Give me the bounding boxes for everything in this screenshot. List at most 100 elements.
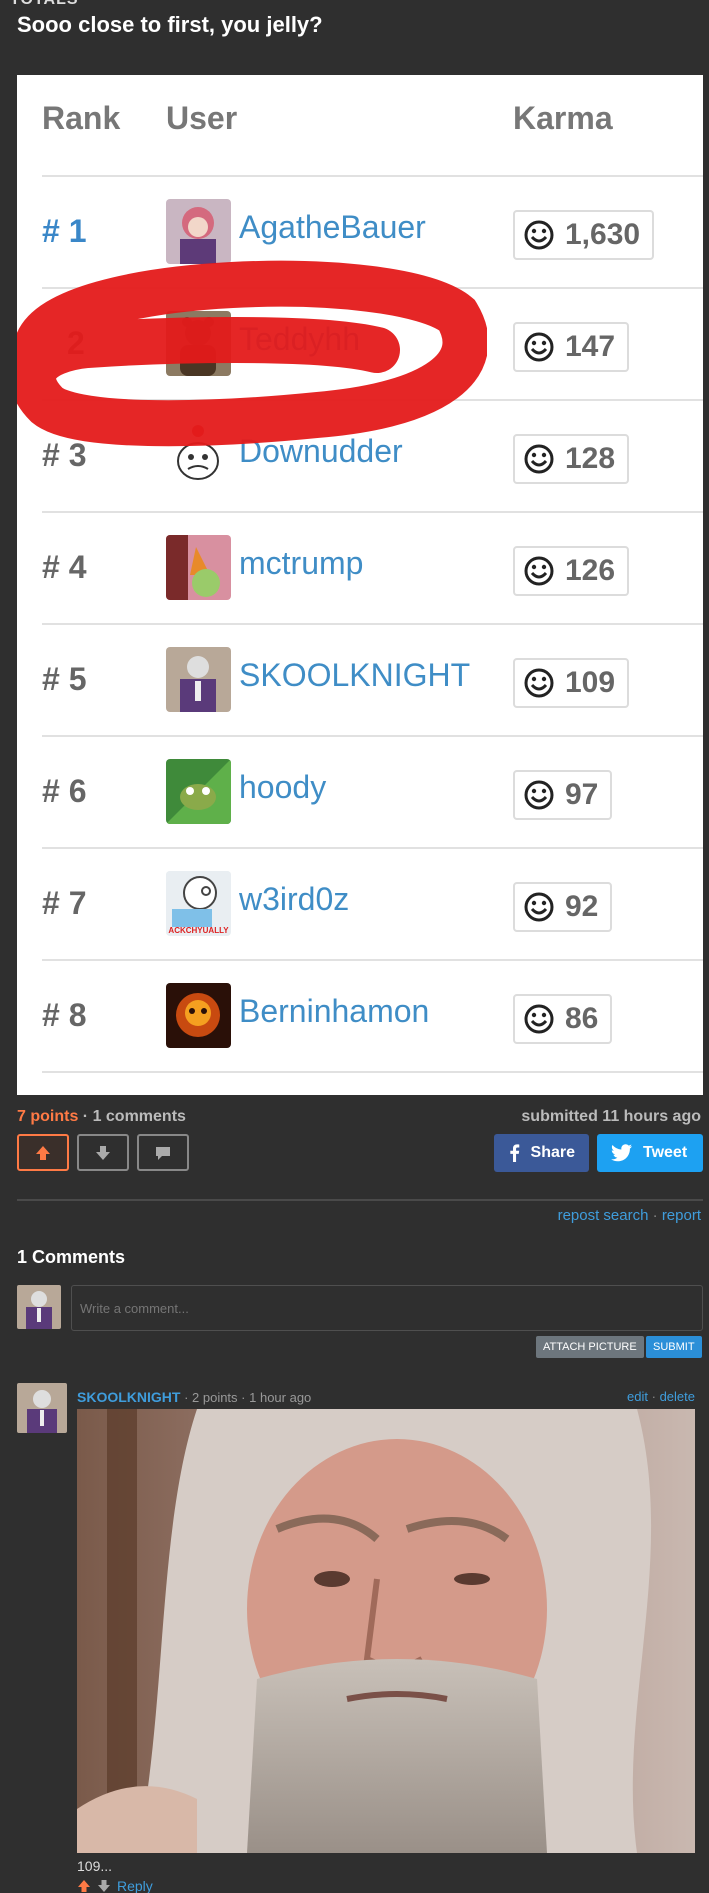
upvote-button[interactable]: [17, 1134, 69, 1171]
karma-value: 128: [565, 442, 616, 475]
comment-input[interactable]: [71, 1285, 703, 1331]
edit-link[interactable]: edit: [627, 1389, 648, 1404]
smiley-icon: [524, 892, 554, 922]
post-links: repost search · report: [558, 1207, 701, 1224]
current-user-avatar: [17, 1285, 61, 1329]
leaderboard-row: # 8 Berninhamon 86: [17, 961, 703, 1072]
delete-link[interactable]: delete: [660, 1389, 695, 1404]
smiley-icon: [524, 556, 554, 586]
post-stats: 7 points · 1 comments: [17, 1108, 186, 1126]
comment-header: SKOOLKNIGHT · 2 points · 1 hour ago: [77, 1389, 311, 1405]
smiley-icon: [524, 444, 554, 474]
speech-bubble-icon: [156, 1146, 170, 1160]
facebook-share-button[interactable]: Share: [494, 1134, 589, 1172]
attach-picture-button[interactable]: ATTACH PICTURE: [536, 1336, 644, 1358]
leaderboard-row: # 6 hoody 97: [17, 737, 703, 848]
comment-downvote-icon[interactable]: [97, 1879, 111, 1893]
submit-comment-button[interactable]: SUBMIT: [646, 1336, 702, 1358]
karma-value: 97: [565, 778, 599, 811]
comment-separator: ·: [180, 1390, 193, 1405]
avatar-w3ird0z: ACKCHYUALLY: [166, 871, 231, 936]
divider: [42, 1071, 703, 1073]
comment-author-avatar[interactable]: [17, 1383, 67, 1433]
karma-value: 109: [565, 666, 616, 699]
comment-vote-row: Reply: [77, 1878, 153, 1893]
karma-badge: 92: [513, 882, 613, 932]
rank-label: # 3: [42, 437, 87, 473]
leaderboard-header: Rank User Karma: [17, 100, 703, 150]
report-link[interactable]: report: [662, 1207, 701, 1224]
karma-value: 1,630: [565, 218, 641, 251]
header-user: User: [166, 100, 238, 136]
username-link[interactable]: Berninhamon: [239, 993, 429, 1030]
karma-value: 147: [565, 330, 616, 363]
username-link[interactable]: Teddyhh: [239, 321, 360, 358]
post-comment-count[interactable]: 1 comments: [93, 1108, 186, 1125]
leaderboard-row: # 4 mctrump 126: [17, 513, 703, 624]
leaderboard-row: # 3 Downudder 128: [17, 401, 703, 512]
leaderboard-row: # 1 AgatheBauer 1,630: [17, 177, 703, 288]
actions-separator: ·: [648, 1389, 660, 1404]
username-link[interactable]: hoody: [239, 769, 326, 806]
comment-actions: edit · delete: [627, 1389, 695, 1404]
username-link[interactable]: Downudder: [239, 433, 403, 470]
header-rank: Rank: [42, 100, 121, 136]
section-divider: [17, 1199, 703, 1201]
smiley-icon: [524, 1004, 554, 1034]
comment-text: 109...: [77, 1858, 113, 1874]
smiley-icon: [524, 332, 554, 362]
avatar-berninhamon: [166, 983, 231, 1048]
share-label: Share: [530, 1144, 575, 1161]
facebook-icon: [510, 1144, 520, 1162]
comment-button[interactable]: [137, 1134, 189, 1171]
avatar-mctrump: [166, 535, 231, 600]
karma-value: 86: [565, 1002, 599, 1035]
comment-separator: ·: [237, 1390, 250, 1405]
smiley-icon: [524, 780, 554, 810]
username-link[interactable]: AgatheBauer: [239, 209, 426, 246]
comment-upvote-icon[interactable]: [77, 1879, 91, 1893]
twitter-tweet-button[interactable]: Tweet: [597, 1134, 703, 1172]
avatar-caption: ACKCHYUALLY: [168, 926, 229, 935]
avatar-agathebauer: [166, 199, 231, 264]
comment-image-gandalf: [77, 1409, 695, 1853]
rank-label: # 5: [42, 661, 87, 697]
username-link[interactable]: w3ird0z: [239, 881, 349, 918]
username-link[interactable]: SKOOLKNIGHT: [239, 657, 470, 694]
arrow-up-icon: [36, 1145, 50, 1160]
leaderboard-row: 2 Teddyhh 147: [17, 289, 703, 400]
downvote-button[interactable]: [77, 1134, 129, 1171]
reply-link[interactable]: Reply: [117, 1878, 153, 1893]
smiley-icon: [524, 668, 554, 698]
tweet-label: Tweet: [643, 1144, 688, 1161]
karma-badge: 1,630: [513, 210, 655, 260]
comment-points: 2 points: [192, 1390, 238, 1405]
rank-label: # 7: [42, 885, 87, 921]
rank-label: # 4: [42, 549, 87, 585]
karma-badge: 109: [513, 658, 630, 708]
avatar-downudder: [166, 423, 231, 488]
rank-label: # 8: [42, 997, 87, 1033]
post-image-leaderboard: Rank User Karma # 1 AgatheBauer 1,630 2 …: [17, 75, 703, 1095]
smiley-icon: [524, 220, 554, 250]
karma-badge: 147: [513, 322, 630, 372]
avatar-skoolknight: [166, 647, 231, 712]
stats-separator: ·: [78, 1108, 93, 1125]
leaderboard-row: # 7 ACKCHYUALLY w3ird0z 92: [17, 849, 703, 960]
karma-badge: 97: [513, 770, 613, 820]
comment-time: 1 hour ago: [249, 1390, 312, 1405]
submitted-time: submitted 11 hours ago: [521, 1108, 701, 1125]
leaderboard-row: # 5 SKOOLKNIGHT 109: [17, 625, 703, 736]
header-karma: Karma: [513, 100, 613, 136]
post-title: Sooo close to first, you jelly?: [17, 12, 323, 37]
avatar-hoody: [166, 759, 231, 824]
karma-badge: 126: [513, 546, 630, 596]
karma-badge: 128: [513, 434, 630, 484]
repost-search-link[interactable]: repost search: [558, 1207, 649, 1224]
avatar-teddyhh: [166, 311, 231, 376]
username-link[interactable]: mctrump: [239, 545, 363, 582]
karma-badge: 86: [513, 994, 613, 1044]
karma-value: 92: [565, 890, 599, 923]
comment-author-link[interactable]: SKOOLKNIGHT: [77, 1389, 180, 1405]
cut-off-heading: TOTALS: [10, 0, 79, 9]
